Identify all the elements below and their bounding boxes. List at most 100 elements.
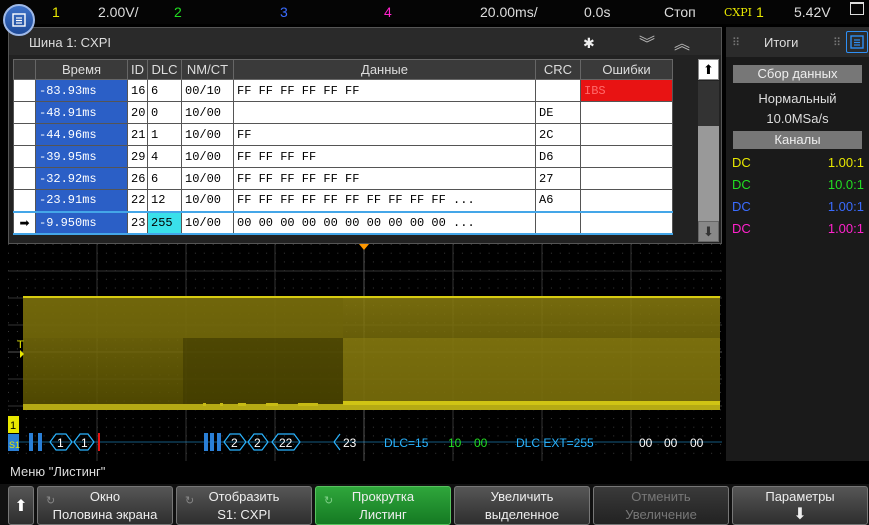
menu-icon xyxy=(12,13,26,27)
softkey-line2: S1: CXPI xyxy=(217,507,271,522)
channel-probe: 1.00:1 xyxy=(827,221,864,236)
table-row[interactable]: -32.92ms 26 6 10/00 FF FF FF FF FF FF 27 xyxy=(13,167,673,190)
ch3-indicator[interactable]: 3 xyxy=(280,4,288,20)
col-id[interactable]: ID xyxy=(127,59,148,80)
timebase[interactable]: 20.00ms/ xyxy=(480,4,538,20)
softkey-undo-zoom[interactable]: Отменить Увеличение xyxy=(593,486,729,525)
chevron-down-icon[interactable]: ︾ xyxy=(639,30,655,54)
cell-nmct: 00/10 xyxy=(181,79,234,102)
table-header: Время ID DLC NM/CT Данные CRC Ошибки xyxy=(13,59,673,80)
scroll-down-button[interactable]: ⬇ xyxy=(698,221,719,242)
softkey-zoom-selected[interactable]: Увеличить выделенное xyxy=(454,486,590,525)
softkey-scroll[interactable]: ↻ Прокрутка Листинг xyxy=(315,486,451,525)
knob-icon: ↻ xyxy=(46,495,56,507)
softkey-line1: Увеличить xyxy=(490,489,554,504)
col-data[interactable]: Данные xyxy=(233,59,536,80)
cell-crc: 27 xyxy=(535,167,581,190)
cell-data: FF FF FF FF FF FF FF FF FF FF ... xyxy=(233,189,536,212)
cell-error xyxy=(580,167,673,190)
row-marker xyxy=(13,123,36,146)
table-row[interactable]: -83.93ms 16 6 00/10 FF FF FF FF FF FF IB… xyxy=(13,79,673,102)
cell-id: 23 xyxy=(127,210,148,235)
softkey-display[interactable]: ↻ Отобразить S1: CXPI xyxy=(176,486,312,525)
scroll-up-button[interactable]: ⬆ xyxy=(698,59,719,80)
knob-icon: ↻ xyxy=(185,495,195,507)
cell-nmct: 10/00 xyxy=(181,210,234,235)
trigger-level[interactable]: 5.42V xyxy=(794,4,831,20)
softkey-window[interactable]: ↻ Окно Половина экрана xyxy=(37,486,173,525)
decode-value: 00 xyxy=(474,436,488,450)
col-nmct[interactable]: NM/CT xyxy=(181,59,234,80)
scrollbar-thumb[interactable] xyxy=(698,126,719,221)
ch1-indicator[interactable]: 1 xyxy=(52,4,60,20)
col-errors[interactable]: Ошибки xyxy=(580,59,673,80)
gear-icon[interactable]: ✱ xyxy=(583,35,595,52)
table-row[interactable]: -44.96ms 21 1 10/00 FF 2C xyxy=(13,123,673,146)
run-status: Стоп xyxy=(664,4,696,20)
channel-coupling: DC xyxy=(732,221,751,236)
ch2-indicator[interactable]: 2 xyxy=(174,4,182,20)
decode-value: 10 xyxy=(448,436,462,450)
decode-value: 00 xyxy=(690,436,704,450)
channel-probe: 1.00:1 xyxy=(827,199,864,214)
cell-id: 21 xyxy=(127,123,148,146)
cell-data: FF xyxy=(233,123,536,146)
main-menu-button[interactable] xyxy=(3,4,35,36)
row-pointer-icon: ➡ xyxy=(13,210,36,235)
chevron-up-icon[interactable]: ︽ xyxy=(674,30,690,54)
softkey-line2: Половина экрана xyxy=(52,507,158,522)
col-crc[interactable]: CRC xyxy=(535,59,581,80)
back-button[interactable]: ⬆ xyxy=(8,486,34,525)
table-row[interactable]: -48.91ms 20 0 10/00 DE xyxy=(13,101,673,124)
delay[interactable]: 0.0s xyxy=(584,4,610,20)
frame-label: 2 xyxy=(254,436,261,450)
listing-table: Время ID DLC NM/CT Данные CRC Ошибки -83… xyxy=(13,59,673,235)
cell-nmct: 10/00 xyxy=(181,123,234,146)
cell-time: -83.93ms xyxy=(35,79,128,102)
cell-data: FF FF FF FF xyxy=(233,145,536,168)
trigger-level-marker[interactable]: T xyxy=(17,339,24,351)
table-row-selected[interactable]: ➡ -9.950ms 23 255 10/00 00 00 00 00 00 0… xyxy=(13,210,673,235)
acquisition-header: Сбор данных xyxy=(733,65,862,83)
listing-title: Шина 1: CXPI xyxy=(29,35,111,50)
window-icon[interactable] xyxy=(850,2,864,15)
svg-text:1: 1 xyxy=(10,420,16,432)
cell-error xyxy=(580,189,673,212)
softkey-options[interactable]: Параметры ⬇ xyxy=(732,486,868,525)
col-time[interactable]: Время xyxy=(35,59,128,80)
channel-probe: 1.00:1 xyxy=(827,155,864,170)
ch1-scale[interactable]: 2.00V/ xyxy=(98,4,138,20)
cell-crc: A6 xyxy=(535,189,581,212)
summary-titlebar[interactable]: ⠿ Итоги ⠿ xyxy=(726,27,869,57)
softkey-line1: Окно xyxy=(89,489,121,504)
softkey-line2: Листинг xyxy=(359,507,407,522)
cell-dlc: 4 xyxy=(147,145,182,168)
table-row[interactable]: -39.95ms 29 4 10/00 FF FF FF FF D6 xyxy=(13,145,673,168)
summary-panel: ⠿ Итоги ⠿ Сбор данных Нормальный 10.0MSa… xyxy=(726,27,869,461)
cell-crc: 2C xyxy=(535,123,581,146)
trigger-type[interactable]: CXPI xyxy=(724,5,752,21)
cell-dlc: 12 xyxy=(147,189,182,212)
cell-data: FF FF FF FF FF FF xyxy=(233,167,536,190)
cell-time: -32.92ms xyxy=(35,167,128,190)
summary-title: Итоги xyxy=(764,35,799,50)
waveform-graticule: T 1 S1 1 1 2 2 22 23 DLC=15 10 00 DLC EX… xyxy=(8,244,722,461)
listing-titlebar[interactable]: Шина 1: CXPI ✱ ︾ ︽ xyxy=(9,28,721,55)
channel-coupling: DC xyxy=(732,155,751,170)
channels-header: Каналы xyxy=(733,131,862,149)
dlc-ext-label: DLC EXT=255 xyxy=(516,436,594,450)
channel-coupling: DC xyxy=(732,177,751,192)
waveform-display[interactable]: T 1 S1 1 1 2 2 22 23 DLC=15 10 00 DLC EX… xyxy=(8,244,722,461)
frame-label: 1 xyxy=(57,436,64,450)
arrow-down-icon: ⬇ xyxy=(793,506,807,523)
table-row[interactable]: -23.91ms 22 12 10/00 FF FF FF FF FF FF F… xyxy=(13,189,673,212)
cell-dlc: 6 xyxy=(147,79,182,102)
sample-rate: 10.0MSa/s xyxy=(766,111,829,126)
trigger-channel[interactable]: 1 xyxy=(756,4,764,20)
cell-dlc: 6 xyxy=(147,167,182,190)
col-dlc[interactable]: DLC xyxy=(147,59,182,80)
softkey-line1: Отменить xyxy=(631,489,691,504)
panel-menu-button[interactable] xyxy=(846,31,868,53)
ch4-indicator[interactable]: 4 xyxy=(384,4,392,20)
cell-id: 20 xyxy=(127,101,148,124)
